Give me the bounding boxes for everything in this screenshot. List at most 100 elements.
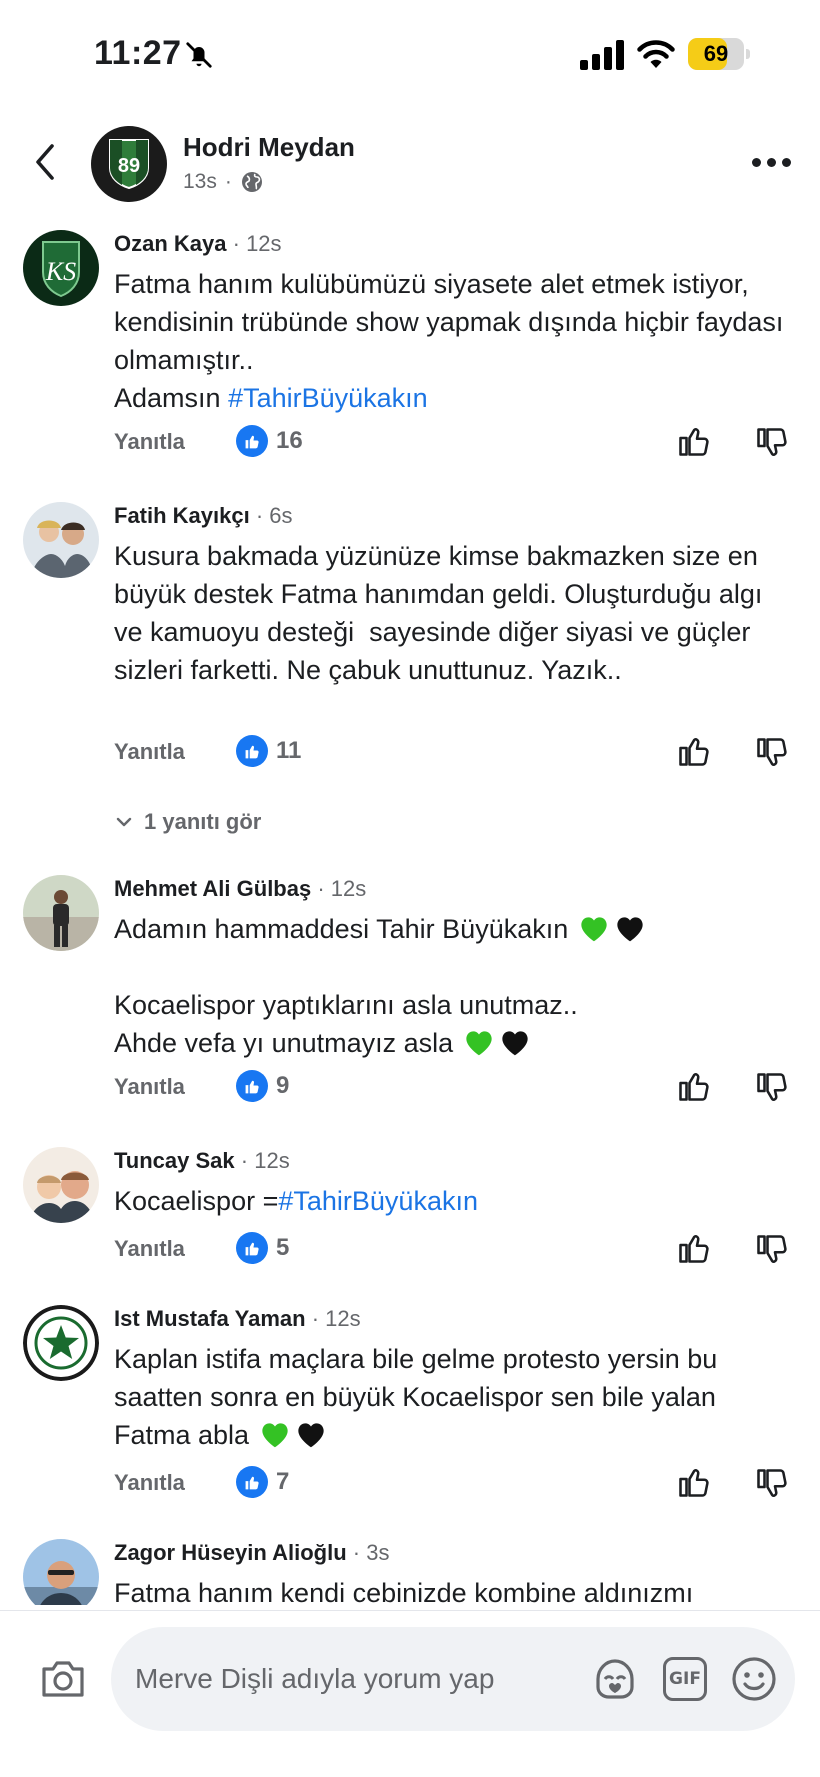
post-meta: 13s · <box>183 170 264 194</box>
like-number: 5 <box>276 1234 290 1261</box>
like-count[interactable]: 7 <box>236 1466 289 1498</box>
comment-author[interactable]: Ozan Kaya <box>114 231 227 256</box>
like-badge-icon <box>236 1070 268 1102</box>
comment-body: Kaplan istifa maçlara bile gelme protest… <box>114 1344 725 1450</box>
thumbs-up-icon[interactable] <box>676 1230 712 1266</box>
reply-button[interactable]: Yanıtla <box>114 1074 185 1100</box>
avatar[interactable] <box>23 1539 99 1605</box>
thumbs-down-icon[interactable] <box>754 425 790 461</box>
comment-list: KS Ozan Kaya · 12s Fatma hanım kulübümüz… <box>0 225 820 1605</box>
comment-composer: GIF <box>0 1610 820 1777</box>
comment-time: · 3s <box>352 1540 390 1565</box>
comment-text: Adamın hammaddesi Tahir Büyükakın Kocael… <box>114 910 794 1062</box>
more-icon[interactable] <box>752 150 792 174</box>
view-replies-label: 1 yanıtı gör <box>144 809 262 834</box>
thumbs-down-icon[interactable] <box>754 1466 790 1502</box>
comment-time: · 6s <box>255 503 293 528</box>
comment-actions: Yanıtla 11 <box>114 733 794 773</box>
globe-icon <box>241 172 262 192</box>
page-avatar-text: 89 <box>118 155 140 177</box>
black-heart-icon <box>499 1027 531 1057</box>
gif-button[interactable]: GIF <box>663 1657 707 1701</box>
comment-actions: Yanıtla 16 <box>114 423 794 463</box>
avatar-sticker-icon[interactable] <box>592 1657 638 1701</box>
thumbs-down-icon[interactable] <box>754 1232 790 1268</box>
wifi-icon <box>637 40 675 68</box>
comment-body: Fatma hanım kulübümüzü siyasete alet etm… <box>114 269 784 413</box>
signal-icon <box>580 40 624 70</box>
thumbs-up-icon[interactable] <box>676 733 712 769</box>
avatar[interactable] <box>23 502 99 578</box>
view-replies-button[interactable]: 1 yanıtı gör <box>114 809 261 835</box>
like-number: 16 <box>276 427 303 454</box>
comment-body: Kocaelispor = <box>114 1186 279 1216</box>
like-number: 7 <box>276 1468 290 1495</box>
status-time: 11:27 <box>94 34 182 72</box>
reply-button[interactable]: Yanıtla <box>114 429 185 455</box>
comment-author[interactable]: Fatih Kayıkçı <box>114 503 250 528</box>
like-badge-icon <box>236 1232 268 1264</box>
like-count[interactable]: 16 <box>236 425 303 457</box>
thumbs-down-icon[interactable] <box>754 735 790 771</box>
comment-line: Adamın hammaddesi Tahir Büyükakın <box>114 914 569 944</box>
reply-button[interactable]: Yanıtla <box>114 1236 185 1262</box>
reply-button[interactable]: Yanıtla <box>114 739 185 765</box>
thumbs-down-icon[interactable] <box>754 1070 790 1106</box>
thumbs-up-icon[interactable] <box>676 423 712 459</box>
comment-time: · 12s <box>311 1306 361 1331</box>
avatar[interactable]: KS <box>23 230 99 306</box>
post-time: 13s <box>183 170 217 193</box>
like-count[interactable]: 5 <box>236 1232 289 1264</box>
emoji-icon[interactable] <box>731 1656 777 1702</box>
like-number: 9 <box>276 1072 290 1099</box>
comment-text: Fatma hanım kulübümüzü siyasete alet etm… <box>114 265 794 417</box>
comment-time: · 12s <box>232 231 282 256</box>
thumbs-up-icon[interactable] <box>676 1068 712 1104</box>
comment-text: Kusura bakmada yüzünüze kimse bakmazken … <box>114 541 770 685</box>
comment-time: · 12s <box>240 1148 290 1173</box>
bell-off-icon <box>186 42 212 68</box>
comment-author[interactable]: Tuncay Sak <box>114 1148 235 1173</box>
camera-icon[interactable] <box>40 1659 86 1699</box>
page-avatar[interactable]: 89 <box>91 126 167 202</box>
like-badge-icon <box>236 1466 268 1498</box>
avatar[interactable] <box>23 875 99 951</box>
club-shield-icon: 89 <box>109 139 149 190</box>
meta-separator: · <box>224 170 232 193</box>
like-number: 11 <box>276 737 302 764</box>
hashtag-link[interactable]: #TahirBüyükakın <box>278 1186 478 1216</box>
like-count[interactable]: 11 <box>236 735 301 767</box>
post-header: 89 Hodri Meydan 13s · <box>0 120 820 212</box>
comment-text: Kocaelispor =#TahirBüyükakın <box>114 1182 794 1220</box>
black-heart-icon <box>295 1419 327 1449</box>
chevron-down-icon <box>116 817 132 827</box>
hashtag-link[interactable]: #TahirBüyükakın <box>228 383 428 413</box>
battery-percent: 69 <box>703 41 729 66</box>
black-heart-icon <box>614 913 646 943</box>
comment-line: Kocaelispor yaptıklarını asla unutmaz.. <box>114 990 578 1020</box>
svg-text:KS: KS <box>45 257 76 286</box>
green-heart-icon <box>259 1419 291 1449</box>
thumbs-up-icon[interactable] <box>676 1464 712 1500</box>
avatar[interactable] <box>23 1147 99 1223</box>
comment-text: Fatma hanım kendi cebinizde kombine aldı… <box>114 1578 694 1605</box>
reply-button[interactable]: Yanıtla <box>114 1470 185 1496</box>
avatar[interactable] <box>23 1305 99 1381</box>
status-bar: 11:27 69 <box>0 0 820 110</box>
comment-author[interactable]: Zagor Hüseyin Alioğlu <box>114 1540 347 1565</box>
comment-actions: Yanıtla 7 <box>114 1464 794 1504</box>
like-badge-icon <box>236 425 268 457</box>
comment-line: Ahde vefa yı unutmayız asla <box>114 1028 454 1058</box>
comment-author[interactable]: Ist Mustafa Yaman <box>114 1306 306 1331</box>
comment-text: Kaplan istifa maçlara bile gelme protest… <box>114 1340 794 1454</box>
page-name[interactable]: Hodri Meydan <box>183 132 355 163</box>
comment-actions: Yanıtla 9 <box>114 1068 794 1108</box>
green-heart-icon <box>578 913 610 943</box>
like-badge-icon <box>236 735 268 767</box>
green-heart-icon <box>463 1027 495 1057</box>
comment-actions: Yanıtla 5 <box>114 1230 794 1270</box>
comment-author[interactable]: Mehmet Ali Gülbaş <box>114 876 311 901</box>
like-count[interactable]: 9 <box>236 1070 289 1102</box>
back-icon[interactable] <box>28 140 64 184</box>
comment-time: · 12s <box>317 876 367 901</box>
